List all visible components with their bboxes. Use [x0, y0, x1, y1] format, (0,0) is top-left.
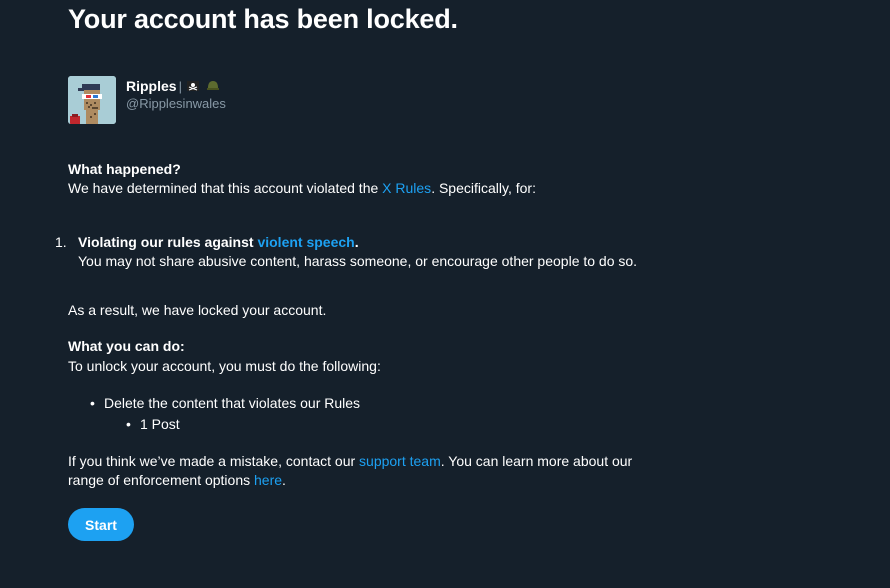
account-handle: @Ripplesinwales: [126, 96, 226, 111]
page-title: Your account has been locked.: [68, 4, 458, 34]
account-profile: Ripples | @Ripplesinwales: [68, 76, 226, 124]
contact-text-before: If you think we’ve made a mistake, conta…: [68, 453, 360, 469]
locked-account-page: Your account has been locked. Ripples | …: [0, 0, 890, 588]
sub-step-item: 1 Post: [140, 416, 180, 432]
support-team-link[interactable]: support team: [359, 453, 441, 469]
sub-step-bullet: •: [126, 416, 131, 432]
contact-line-2: range of enforcement options here.: [68, 471, 286, 490]
contact-text-after: . You can learn more about our: [440, 453, 633, 469]
x-rules-link[interactable]: X Rules: [382, 180, 431, 196]
here-link[interactable]: here: [254, 472, 282, 488]
display-name: Ripples: [126, 78, 177, 94]
violation-item: Violating our rules against violent spee…: [78, 233, 637, 271]
what-happened-text-before: We have determined that this account vio…: [68, 180, 383, 196]
step-item: Delete the content that violates our Rul…: [104, 395, 361, 411]
name-separator: |: [178, 78, 182, 94]
display-name-row: Ripples |: [126, 77, 226, 95]
what-happened-text-after: . Specifically, for:: [431, 180, 536, 196]
account-names: Ripples | @Ripplesinwales: [126, 77, 226, 111]
enforcement-text-before: range of enforcement options: [68, 472, 255, 488]
step-bullet: •: [90, 395, 95, 411]
pixel-punk-avatar-icon: [68, 76, 116, 124]
avatar: [68, 76, 116, 124]
violation-number: 1.: [55, 234, 67, 250]
violation-description: You may not share abusive content, haras…: [78, 253, 638, 269]
violation-title-before: Violating our rules against: [78, 234, 258, 250]
enforcement-text-after: .: [282, 472, 286, 488]
violent-speech-link[interactable]: violent speech: [257, 234, 354, 250]
contact-line-1: If you think we’ve made a mistake, conta…: [68, 452, 632, 471]
result-text: As a result, we have locked your account…: [68, 302, 327, 318]
army-helmet-icon: [206, 79, 220, 93]
pirate-flag-icon: [186, 79, 200, 93]
what-happened-heading: What happened?: [68, 161, 181, 177]
what-you-can-do-text: To unlock your account, you must do the …: [68, 358, 381, 374]
violation-title-after: .: [354, 234, 359, 250]
what-happened-text: We have determined that this account vio…: [68, 179, 536, 198]
what-you-can-do-heading: What you can do:: [68, 338, 185, 354]
violation-title: Violating our rules against violent spee…: [78, 233, 637, 252]
start-button[interactable]: Start: [68, 508, 134, 541]
